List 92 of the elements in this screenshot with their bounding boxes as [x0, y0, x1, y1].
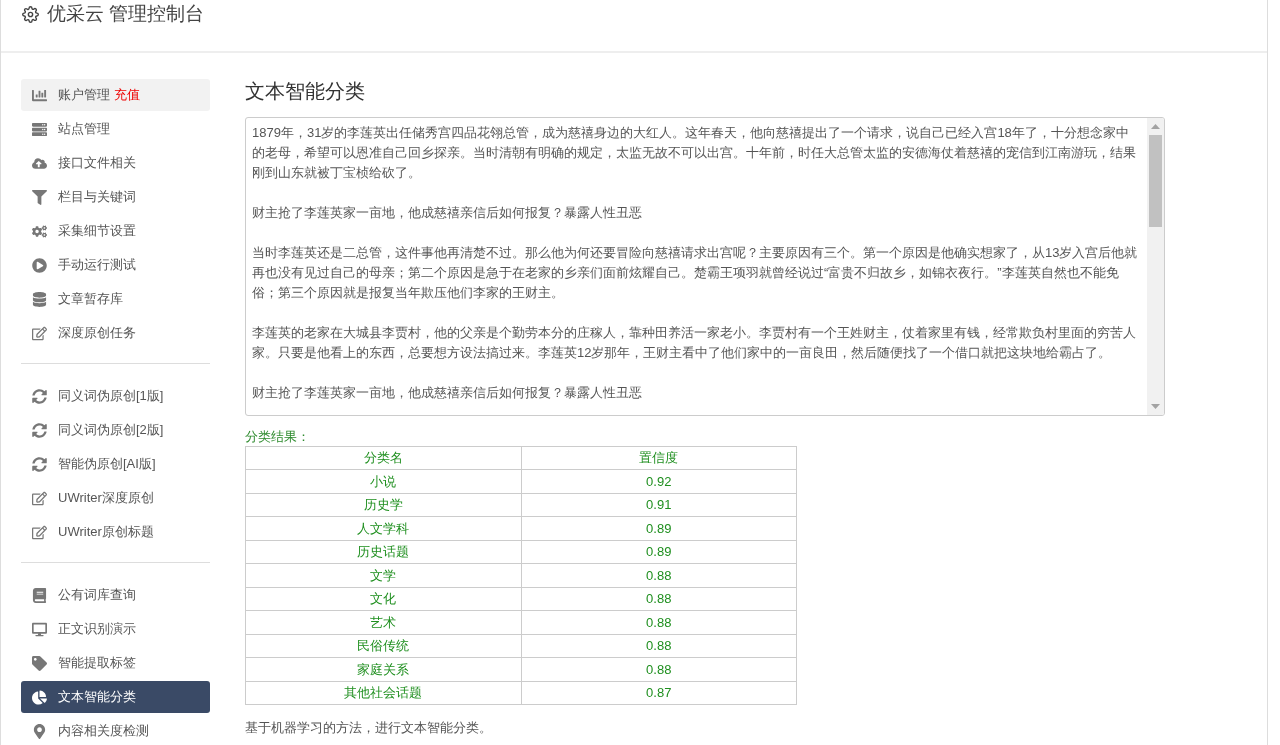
sidebar-label: 智能伪原创[AI版] — [58, 455, 156, 474]
recharge-link[interactable]: 充值 — [114, 85, 140, 105]
sidebar-item[interactable]: 内容相关度检测 — [21, 715, 210, 745]
table-cell: 艺术 — [245, 610, 521, 634]
gears-icon — [32, 223, 47, 239]
page-title: 文本智能分类 — [245, 79, 366, 104]
table-cell: 0.88 — [521, 587, 797, 611]
sidebar-label: 正文识别演示 — [58, 620, 136, 639]
sidebar-item[interactable]: 采集细节设置 — [21, 215, 210, 247]
sidebar-label: 内容相关度检测 — [58, 722, 149, 741]
play-icon — [32, 257, 47, 273]
sidebar-item[interactable]: 栏目与关键词 — [21, 181, 210, 213]
sidebar-label: 采集细节设置 — [58, 222, 136, 241]
table-cell: 历史学 — [245, 493, 521, 517]
sidebar-item[interactable]: UWriter原创标题 — [21, 516, 210, 548]
sidebar-label: 深度原创任务 — [58, 324, 136, 343]
table-cell: 历史话题 — [245, 540, 521, 564]
description-text: 基于机器学习的方法，进行文本智能分类。 — [245, 719, 493, 737]
bar-chart-icon — [32, 87, 47, 103]
pie-chart-icon — [32, 689, 47, 705]
sidebar-item[interactable]: 手动运行测试 — [21, 249, 210, 281]
sidebar-label: 文本智能分类 — [58, 688, 136, 707]
table-cell: 小说 — [245, 469, 521, 493]
edit-icon — [32, 524, 47, 540]
refresh-icon — [32, 388, 47, 404]
sidebar-label: UWriter原创标题 — [58, 523, 154, 542]
sidebar-item[interactable]: 深度原创任务 — [21, 317, 210, 349]
sidebar-label: 同义词伪原创[1版] — [58, 387, 164, 406]
sidebar-label: 公有词库查询 — [58, 586, 136, 605]
sidebar-item[interactable]: 文本智能分类 — [21, 681, 210, 713]
table-cell: 0.88 — [521, 657, 797, 681]
scroll-down-icon[interactable] — [1151, 404, 1160, 409]
sidebar-item[interactable]: 账户管理 充值 — [21, 79, 210, 111]
table-cell: 0.91 — [521, 493, 797, 517]
text-paragraph: 当时李莲英还是二总管，这件事他再清楚不过。那么他为何还要冒险向慈禧请求出宫呢？主要原因有三个。第一个原因是他确实想家了，从13岁入宫后他就再也没有见过自己的母亲；第二个原因是急于在老家的乡亲们面前炫耀自己。楚霸王项羽就曾经说过“富贵不归故乡，如锦衣夜行。”李莲英自然也不能免俗；第三个原因就是报复当年欺压他们李家的王财主。 — [252, 244, 1139, 302]
database-icon — [32, 291, 47, 307]
settings-icon — [22, 6, 39, 23]
edit-icon — [32, 490, 47, 506]
sidebar-label: 同义词伪原创[2版] — [58, 421, 164, 440]
pin-icon — [32, 723, 47, 739]
app-title: 优采云 管理控制台 — [47, 2, 205, 26]
book-icon — [32, 587, 47, 603]
sidebar-item[interactable]: 接口文件相关 — [21, 147, 210, 179]
sidebar-item[interactable]: UWriter深度原创 — [21, 482, 210, 514]
edit-icon — [32, 325, 47, 341]
text-paragraph: 李莲英的老家在大城县李贾村，他的父亲是个勤劳本分的庄稼人，靠种田养活一家老小。李贾村有一个王姓财主，仗着家里有钱，经常欺负村里面的穷苦人家。只要是他看上的东西，总要想方设法搞过来。李莲英12岁那年，王财主看中了他们家中的一亩良田，然后随便找了一个借口就把这块地给霸占了。 — [252, 324, 1137, 362]
sidebar-label: 站点管理 — [58, 120, 110, 139]
table-cell: 0.88 — [521, 563, 797, 587]
refresh-icon — [32, 422, 47, 438]
sidebar-item[interactable]: 站点管理 — [21, 113, 210, 145]
table-cell: 0.92 — [521, 469, 797, 493]
table-cell: 文化 — [245, 587, 521, 611]
sidebar-label: 手动运行测试 — [58, 256, 136, 275]
table-cell: 0.87 — [521, 681, 797, 705]
column-header: 置信度 — [521, 446, 797, 470]
table-cell: 0.89 — [521, 540, 797, 564]
sidebar-item[interactable]: 同义词伪原创[1版] — [21, 380, 210, 412]
monitor-icon — [32, 621, 47, 637]
sidebar-item[interactable]: 智能提取标签 — [21, 647, 210, 679]
column-header: 分类名 — [245, 446, 521, 470]
table-cell: 其他社会话题 — [245, 681, 521, 705]
table-cell: 家庭关系 — [245, 657, 521, 681]
sidebar-label: 账户管理 — [58, 86, 110, 105]
refresh-icon — [32, 456, 47, 472]
table-cell: 0.89 — [521, 516, 797, 540]
sidebar-label: 接口文件相关 — [58, 154, 136, 173]
scrollbar[interactable] — [1147, 118, 1164, 415]
result-label: 分类结果： — [245, 428, 311, 446]
text-area[interactable] — [245, 117, 1165, 416]
sidebar-item[interactable]: 同义词伪原创[2版] — [21, 414, 210, 446]
text-paragraph: 财主抢了李莲英家一亩地，他成慈禧亲信后如何报复？暴露人性丑恶 — [252, 204, 643, 222]
sidebar-item[interactable]: 文章暂存库 — [21, 283, 210, 315]
server-icon — [32, 121, 47, 137]
sidebar-label: UWriter深度原创 — [58, 489, 154, 508]
tag-icon — [32, 655, 47, 671]
table-cell: 民俗传统 — [245, 634, 521, 658]
sidebar-item[interactable]: 正文识别演示 — [21, 613, 210, 645]
text-paragraph: 财主抢了李莲英家一亩地，他成慈禧亲信后如何报复？暴露人性丑恶 — [252, 384, 643, 402]
filter-icon — [32, 189, 47, 205]
scroll-up-icon[interactable] — [1151, 124, 1160, 129]
sidebar-label: 智能提取标签 — [58, 654, 136, 673]
table-cell: 人文学科 — [245, 516, 521, 540]
scroll-thumb[interactable] — [1149, 135, 1162, 227]
sidebar-label: 文章暂存库 — [58, 290, 123, 309]
table-cell: 0.88 — [521, 634, 797, 658]
text-paragraph: 1879年，31岁的李莲英出任储秀宫四品花翎总管，成为慈禧身边的大红人。这年春天，他向慈禧提出了一个请求，说自己已经入宫18年了，十分想念家中的老母，希望可以恩准自己回乡探亲。当时清朝有明确的规定，太监无故不可以出宫。十年前，时任大总管太监的安德海仗着慈禧的宠信到江南游玩，结果刚到山东就被丁宝桢给砍了。 — [252, 124, 1137, 182]
cloud-upload-icon — [32, 155, 47, 171]
sidebar-label: 栏目与关键词 — [58, 188, 136, 207]
table-cell: 文学 — [245, 563, 521, 587]
sidebar-item[interactable]: 公有词库查询 — [21, 579, 210, 611]
sidebar-item[interactable]: 智能伪原创[AI版] — [21, 448, 210, 480]
table-cell: 0.88 — [521, 610, 797, 634]
